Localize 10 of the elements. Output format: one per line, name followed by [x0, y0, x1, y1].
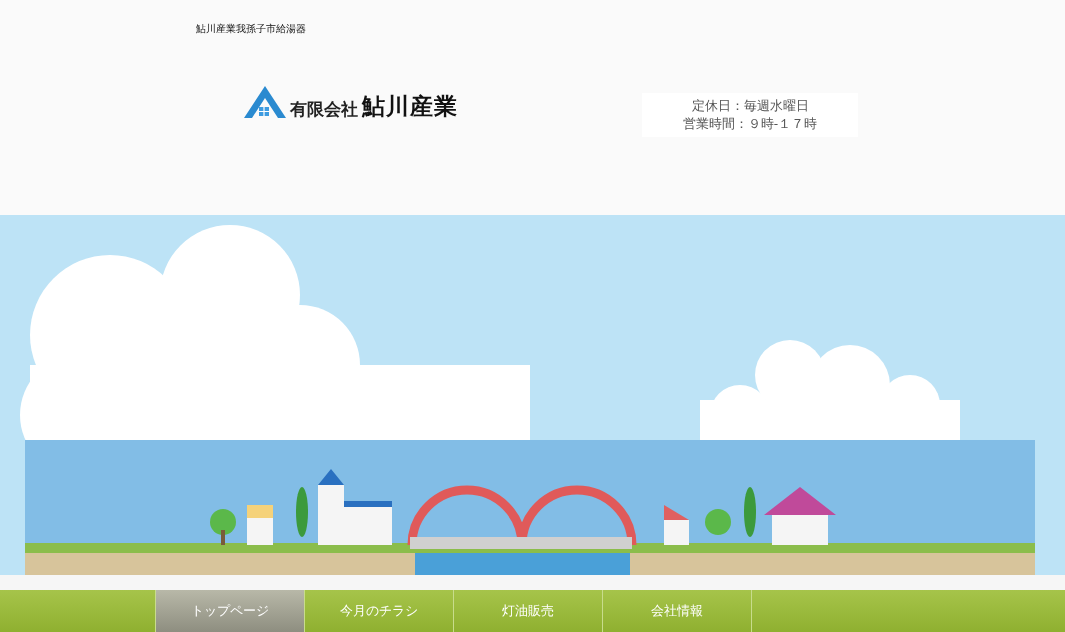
nav-tab[interactable]: 灯油販売	[454, 590, 603, 632]
logo-company-type: 有限会社	[290, 101, 358, 118]
nav-tab[interactable]: 会社情報	[603, 590, 752, 632]
nav-tab[interactable]: トップページ	[155, 590, 305, 632]
site-tagline: 鮎川産業我孫子市給湯器	[196, 22, 306, 36]
nav-tab[interactable]: 今月のチラシ	[305, 590, 454, 632]
house-logo-icon	[244, 86, 286, 118]
hours-text: 営業時間：９時-１７時	[682, 115, 818, 133]
logo-company-name: 鮎川産業	[362, 95, 458, 118]
hours-text: 定休日：毎週水曜日	[691, 97, 809, 115]
